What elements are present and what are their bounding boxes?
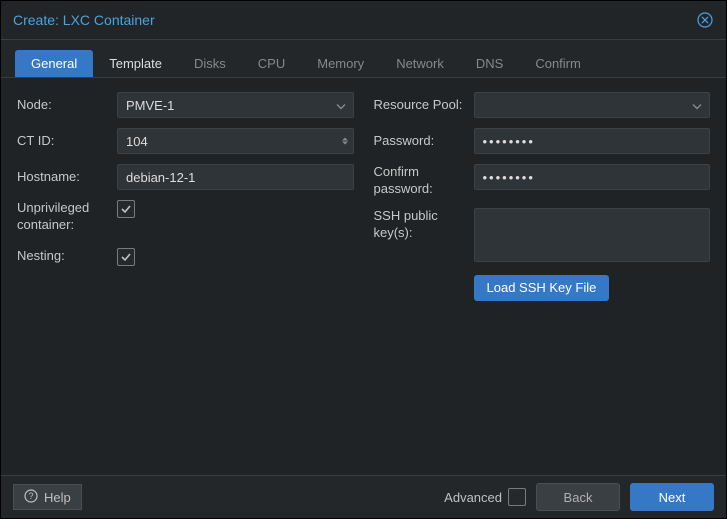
tab-template[interactable]: Template — [93, 50, 178, 77]
confirm-password-input[interactable] — [474, 164, 711, 190]
wizard-tabs: General Template Disks CPU Memory Networ… — [1, 40, 726, 78]
load-ssh-key-button[interactable]: Load SSH Key File — [474, 275, 610, 301]
next-button[interactable]: Next — [630, 483, 714, 511]
tab-dns: DNS — [460, 50, 519, 77]
confirm-password-label: Confirm password: — [374, 164, 474, 198]
password-label: Password: — [374, 133, 474, 150]
form-body: Node: CT ID: Hostname: — [1, 78, 726, 475]
help-label: Help — [44, 490, 71, 505]
advanced-label: Advanced — [444, 490, 502, 505]
hostname-label: Hostname: — [17, 169, 117, 186]
dialog-title: Create: LXC Container — [13, 12, 155, 28]
tab-cpu: CPU — [242, 50, 301, 77]
tab-network: Network — [380, 50, 460, 77]
tab-confirm: Confirm — [519, 50, 597, 77]
help-icon: ? — [24, 489, 38, 506]
tab-memory: Memory — [301, 50, 380, 77]
nesting-label: Nesting: — [17, 248, 117, 265]
ctid-input[interactable] — [117, 128, 354, 154]
create-lxc-dialog: Create: LXC Container General Template D… — [0, 0, 727, 519]
advanced-toggle[interactable]: Advanced — [444, 488, 526, 506]
node-select[interactable] — [117, 92, 354, 118]
footer: ? Help Advanced Back Next — [1, 475, 726, 518]
pool-select[interactable] — [474, 92, 711, 118]
ssh-keys-input[interactable] — [474, 208, 711, 262]
unprivileged-label: Unprivileged container: — [17, 200, 117, 234]
tab-general[interactable]: General — [15, 50, 93, 77]
back-button[interactable]: Back — [536, 483, 620, 511]
unprivileged-checkbox[interactable] — [117, 200, 135, 218]
svg-text:?: ? — [28, 491, 33, 501]
left-column: Node: CT ID: Hostname: — [17, 92, 354, 461]
right-column: Resource Pool: Password: Confirm passwor… — [374, 92, 711, 461]
node-label: Node: — [17, 97, 117, 114]
tab-disks: Disks — [178, 50, 242, 77]
hostname-input[interactable] — [117, 164, 354, 190]
help-button[interactable]: ? Help — [13, 484, 82, 510]
nesting-checkbox[interactable] — [117, 248, 135, 266]
advanced-checkbox[interactable] — [508, 488, 526, 506]
pool-label: Resource Pool: — [374, 97, 474, 114]
close-icon[interactable] — [696, 11, 714, 29]
titlebar: Create: LXC Container — [1, 1, 726, 40]
password-input[interactable] — [474, 128, 711, 154]
ctid-label: CT ID: — [17, 133, 117, 150]
ssh-keys-label: SSH public key(s): — [374, 208, 474, 242]
